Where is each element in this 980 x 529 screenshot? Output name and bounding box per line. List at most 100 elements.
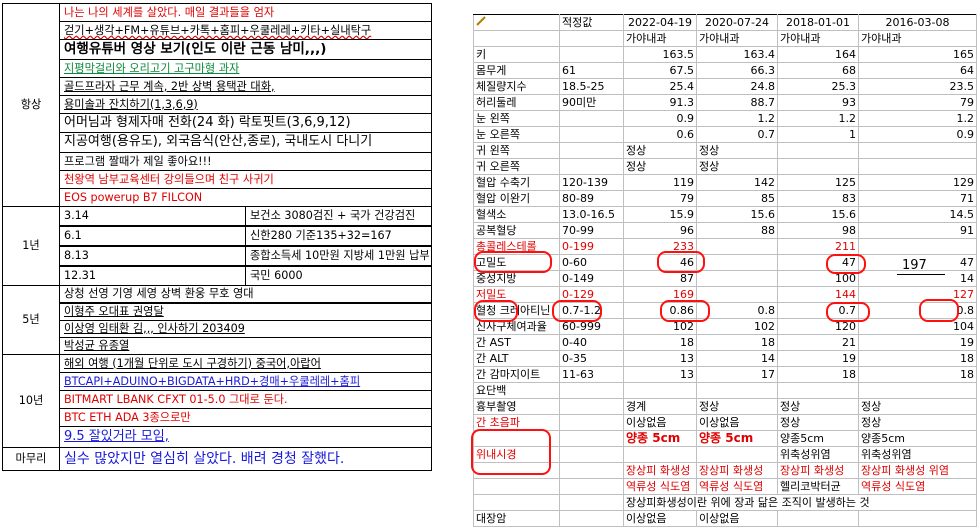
value-cell: 19 <box>858 334 977 351</box>
value-cell: 102 <box>696 318 778 335</box>
always-item: 지공여행(용유도), 외국음식(안산,종로), 국내도시 다니기 <box>59 132 432 153</box>
row-label <box>473 478 560 495</box>
value-cell: 18 <box>858 366 977 383</box>
highlight-oval-ldl-2018 <box>826 302 870 322</box>
year-date: 3.14 <box>59 205 246 226</box>
value-cell <box>858 158 977 175</box>
value-cell <box>858 382 977 399</box>
value-cell: 144 <box>777 286 859 303</box>
value-cell: 85 <box>696 190 778 207</box>
value-cell: 164 <box>777 46 859 63</box>
row-label: 눈 오른쪽 <box>473 126 560 143</box>
year-item: 보건소 3080검진 + 국가 건강검진 <box>245 205 432 226</box>
value-cell: 129 <box>858 174 977 191</box>
value-cell <box>777 142 859 159</box>
ten-year-row: 9.5 잘있거라 모임, <box>3 425 432 448</box>
row-label: 허리둘레 <box>473 94 560 111</box>
value-cell <box>623 446 697 463</box>
sheet-row: 눈 왼쪽 0.9 1.2 1.2 1.2 <box>473 110 977 127</box>
value-cell: 93 <box>777 94 859 111</box>
row-label: 키 <box>473 46 560 63</box>
always-item: 지평막걸리와 오리고기 고구마형 과자 <box>59 58 432 78</box>
column-header: 2016-03-08 <box>858 14 977 31</box>
range-cell: 13.0-16.5 <box>559 206 624 223</box>
value-cell: 정상 <box>623 142 697 159</box>
value-cell: 17 <box>696 366 778 383</box>
note-cell: 장상피화생성이란 위에 장과 닮은 조직이 발생하는 것 <box>623 494 977 511</box>
value-cell <box>858 238 977 255</box>
category-5-year: 5년 <box>2 284 60 355</box>
hospital-name: 가야내과 <box>623 30 697 47</box>
value-cell: 79 <box>858 94 977 111</box>
range-cell: 18.5-25 <box>559 78 624 95</box>
ten-year-item: BTC ETH ADA 3종으로만 <box>59 407 432 427</box>
value-cell: 163.5 <box>623 46 697 63</box>
range-cell: 80-89 <box>559 190 624 207</box>
sheet-row: 간 감마지이트 11-63 13 17 18 18 <box>473 366 977 383</box>
value-cell: 이상없음 <box>696 510 778 527</box>
hospital-name: 가야내과 <box>777 30 859 47</box>
range-cell: 0-40 <box>559 334 624 351</box>
life-plan-table: 항상 나는 나의 세계를 살았다. 매일 결과들을 엄자 걷기+생각+FM+유튜브+… <box>2 3 432 527</box>
row-label: 눈 왼쪽 <box>473 110 560 127</box>
value-cell: 19 <box>777 350 859 367</box>
sheet-row: 허리둘레 90미만 91.3 88.7 93 79 <box>473 94 977 111</box>
value-cell: 양종 5cm <box>623 430 697 447</box>
range-cell: 70-99 <box>559 222 624 239</box>
sheet-row: 총콜레스테롤 0-199 233 211 <box>473 238 977 255</box>
sheet-row: 혈압 수축기 120-139 119 142 125 129 <box>473 174 977 191</box>
sheet-row: 공복혈당 70-99 96 88 98 91 <box>473 222 977 239</box>
value-cell: 18 <box>623 334 697 351</box>
always-row: 지평막걸리와 오리고기 고구마형 과자 <box>3 58 432 78</box>
range-cell <box>559 478 624 495</box>
range-cell <box>559 446 624 463</box>
always-row: 여행유튜버 영상 보기(인도 이란 근동 남미,,,) <box>3 39 432 60</box>
header-row: 적정값 2022-04-19 2020-07-24 2018-01-01 2016-03… <box>473 14 977 31</box>
value-cell <box>777 510 859 527</box>
value-cell: 0.6 <box>623 126 697 143</box>
range-cell <box>559 126 624 143</box>
value-cell: 64 <box>858 62 977 79</box>
note-underline <box>897 274 945 275</box>
year-row: 8.13 종합소득세 10만원 지방세 1만원 납부 <box>3 245 432 266</box>
value-cell: 장상피 화생성 위염 <box>858 462 977 479</box>
value-cell: 68 <box>777 62 859 79</box>
always-item: 어머님과 형제자매 전화(24 화) 락토핏트(3,6,9,12) <box>59 112 432 133</box>
range-cell: 0-149 <box>559 270 624 287</box>
value-cell: 역류성 식도염 <box>858 478 977 495</box>
value-cell: 96 <box>623 222 697 239</box>
column-header: 2020-07-24 <box>696 14 778 31</box>
value-cell: 211 <box>777 238 859 255</box>
year-row: 12.31 국민 6000 <box>3 265 432 286</box>
value-cell <box>623 382 697 399</box>
sheet-corner-icon <box>476 16 486 26</box>
handwritten-note-197: 197 <box>902 258 927 273</box>
always-item: 천왕역 남부교육센터 강의들으며 친구 사귀기 <box>59 169 432 189</box>
value-cell <box>696 238 778 255</box>
year-date: 8.13 <box>59 245 246 266</box>
sheet-row: 요단백 <box>473 382 977 399</box>
range-cell <box>559 110 624 127</box>
range-cell <box>559 494 624 511</box>
value-cell: 127 <box>858 286 977 303</box>
value-cell <box>696 446 778 463</box>
year-item: 국민 6000 <box>245 265 432 286</box>
value-cell: 0.7 <box>696 126 778 143</box>
sheet-row: 신사구체여과율 60-999 102 102 120 104 <box>473 318 977 335</box>
range-cell: 0-199 <box>559 238 624 255</box>
range-cell: 120-139 <box>559 174 624 191</box>
value-cell: 경계 <box>623 398 697 415</box>
sheet-row: 체질량지수 18.5-25 25.4 24.8 25.3 23.5 <box>473 78 977 95</box>
row-label: 흉부촬영 <box>473 398 560 415</box>
value-cell: 정상 <box>858 398 977 415</box>
always-item: 용미솔과 잔치하기(1,3,6,9) <box>59 94 432 114</box>
corner-cell <box>473 14 560 31</box>
value-cell: 23.5 <box>858 78 977 95</box>
always-row: 걷기+생각+FM+유튜브+카톡+홈피+우쿨레레+키타+실내탁구 <box>3 21 432 40</box>
sheet-row: 간 AST 0-40 18 18 21 19 <box>473 334 977 351</box>
always-item: EOS powerup B7 FILCON <box>59 187 432 207</box>
year-row: 6.1 신한280 기준135+32=167 <box>3 225 432 246</box>
value-cell: 91 <box>858 222 977 239</box>
value-cell: 24.8 <box>696 78 778 95</box>
highlight-oval-cholesterol-label <box>474 251 552 273</box>
